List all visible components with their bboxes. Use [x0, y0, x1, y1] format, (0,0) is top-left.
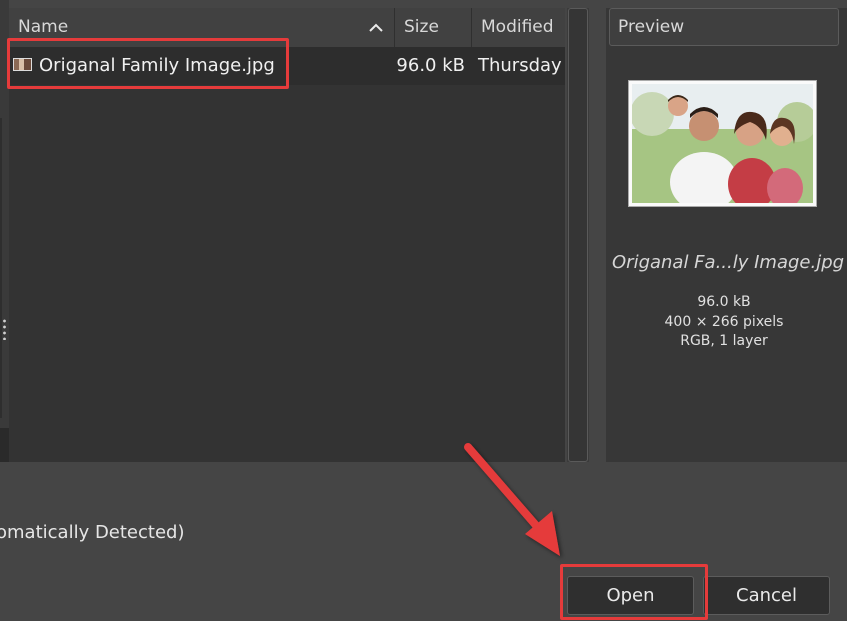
column-name-label: Name [18, 17, 69, 37]
preview-title[interactable]: Preview [609, 8, 839, 46]
file-modified: Thursday [478, 55, 562, 76]
file-type-selector[interactable]: omatically Detected) [0, 522, 184, 543]
scroll-thumb[interactable] [568, 8, 588, 462]
file-list-scrollbar[interactable] [567, 8, 589, 462]
column-modified-label: Modified [481, 17, 554, 37]
chevron-up-icon[interactable] [368, 8, 384, 47]
panel-divider [0, 118, 2, 418]
preview-info: RGB, 1 layer [680, 333, 768, 349]
file-size: 96.0 kB [396, 55, 465, 76]
preview-dimensions: 400 × 266 pixels [664, 314, 784, 330]
column-header-size[interactable]: Size [395, 8, 472, 47]
preview-filesize: 96.0 kB [697, 294, 751, 310]
preview-photo [632, 84, 813, 203]
preview-panel: Preview Origanal Fa...ly Image.jpg 96.0 … [606, 8, 847, 462]
panel-corner [0, 428, 9, 462]
cancel-button[interactable]: Cancel [703, 576, 830, 615]
open-highlight-box [560, 564, 708, 620]
column-header-modified[interactable]: Modified [472, 8, 565, 47]
column-size-label: Size [404, 17, 439, 37]
preview-filename: Origanal Fa...ly Image.jpg [612, 252, 845, 273]
preview-thumbnail [628, 80, 817, 207]
resize-grip-icon[interactable] [3, 318, 6, 340]
file-highlight-box [7, 38, 289, 89]
